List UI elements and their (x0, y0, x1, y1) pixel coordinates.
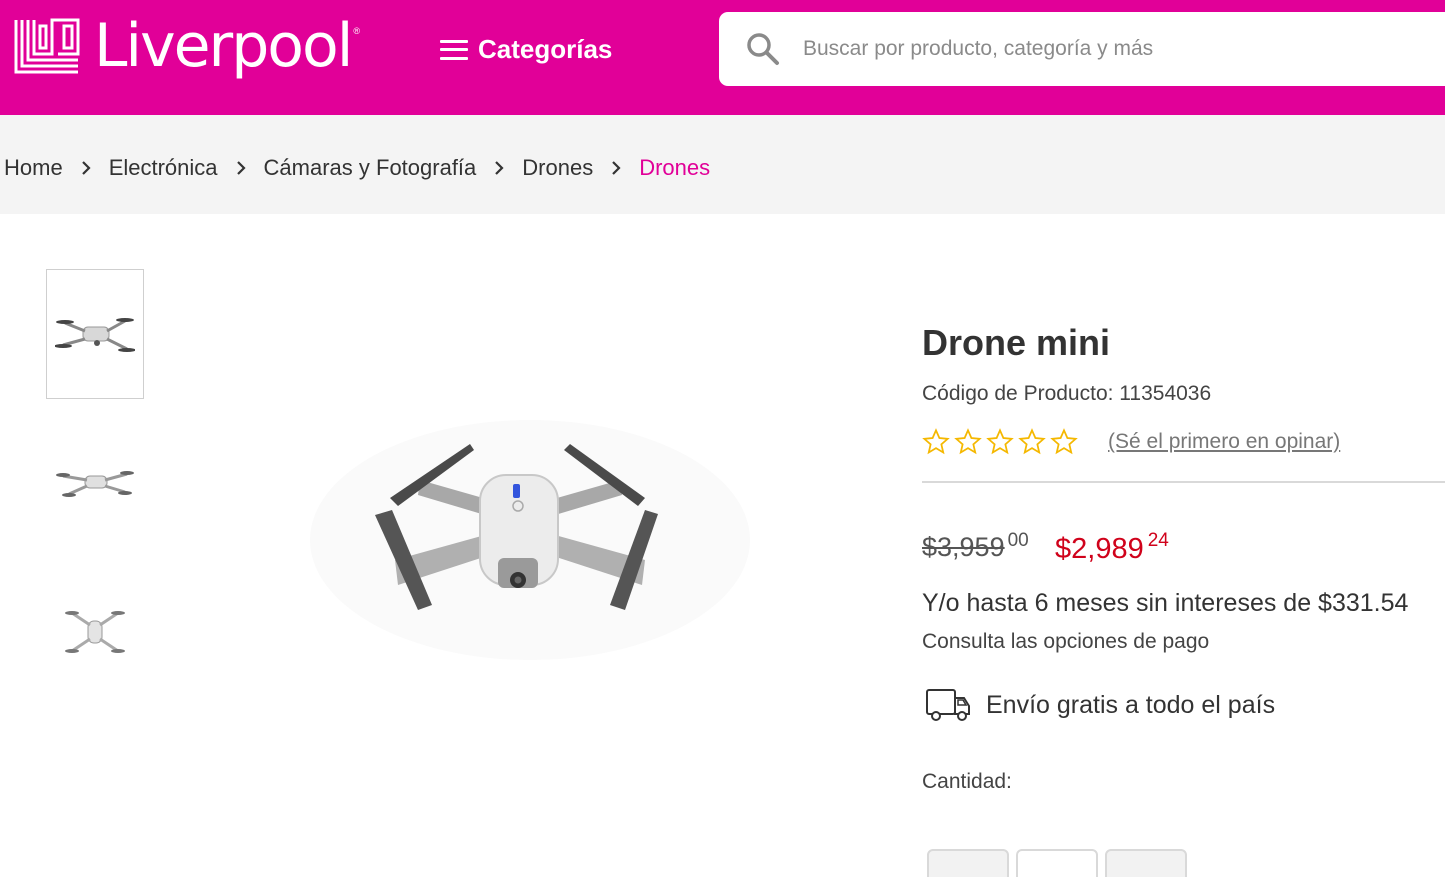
breadcrumb: Home Electrónica Cámaras y Fotografía Dr… (4, 155, 710, 181)
registered-mark: ® (353, 26, 361, 36)
star-outline-icon[interactable] (922, 428, 950, 456)
liverpool-logo[interactable]: Liverpool ® (12, 16, 360, 76)
product-main-image[interactable] (300, 410, 760, 670)
categories-menu-button[interactable]: Categorías (440, 34, 612, 65)
site-header: Liverpool ® Categorías (0, 0, 1445, 115)
star-outline-icon[interactable] (1050, 428, 1078, 456)
original-price-cents: 00 (1007, 530, 1029, 551)
drone-thumbnail-image (56, 471, 134, 497)
sale-price-amount: $2,989 (1055, 533, 1144, 565)
divider (922, 481, 1445, 483)
search-icon[interactable] (745, 31, 781, 67)
star-rating[interactable] (922, 428, 1082, 456)
free-shipping-info: Envío gratis a todo el país (924, 686, 1275, 724)
product-title: Drone mini (922, 322, 1111, 363)
quantity-decrement-button[interactable] (927, 849, 1009, 877)
search-input[interactable] (803, 37, 1403, 61)
chevron-right-icon (236, 161, 246, 175)
chevron-right-icon (495, 161, 504, 175)
sale-price-cents: 24 (1147, 530, 1169, 551)
payment-options-link[interactable]: Consulta las opciones de pago (922, 630, 1209, 654)
sale-price: $2,989 24 (1055, 530, 1169, 566)
hamburger-icon (440, 39, 468, 60)
logo-text: Liverpool (94, 11, 353, 81)
categories-label: Categorías (478, 34, 613, 64)
breadcrumb-drones-current[interactable]: Drones (639, 155, 710, 181)
chevron-right-icon (81, 161, 91, 175)
chevron-right-icon (612, 161, 621, 175)
quantity-label: Cantidad: (922, 770, 1012, 793)
quantity-increment-button[interactable] (1105, 849, 1187, 877)
breadcrumb-drones[interactable]: Drones (522, 155, 593, 181)
product-thumbnail-2[interactable] (46, 418, 144, 548)
drone-thumbnail-image (65, 611, 125, 653)
star-outline-icon[interactable] (986, 428, 1014, 456)
truck-icon (926, 689, 970, 721)
search-bar[interactable] (719, 12, 1445, 86)
star-outline-icon[interactable] (954, 428, 982, 456)
original-price: $3,959 00 (922, 530, 1029, 563)
star-outline-icon[interactable] (1018, 428, 1046, 456)
product-code: Código de Producto: 11354036 (922, 382, 1212, 405)
liverpool-logo-icon (14, 18, 80, 74)
shipping-text: Envío gratis a todo el país (986, 690, 1276, 719)
drone-thumbnail-image (55, 317, 135, 352)
quantity-input[interactable] (1016, 849, 1098, 877)
breadcrumb-camaras[interactable]: Cámaras y Fotografía (264, 155, 477, 181)
breadcrumb-electronica[interactable]: Electrónica (109, 155, 218, 181)
installments-text: Y/o hasta 6 meses sin intereses de $331.… (922, 589, 1409, 617)
breadcrumb-home[interactable]: Home (4, 155, 63, 181)
write-review-link[interactable]: (Sé el primero en opinar) (1108, 430, 1340, 454)
product-thumbnail-1[interactable] (46, 269, 144, 399)
original-price-amount: $3,959 (922, 532, 1005, 562)
product-thumbnail-3[interactable] (46, 566, 144, 696)
